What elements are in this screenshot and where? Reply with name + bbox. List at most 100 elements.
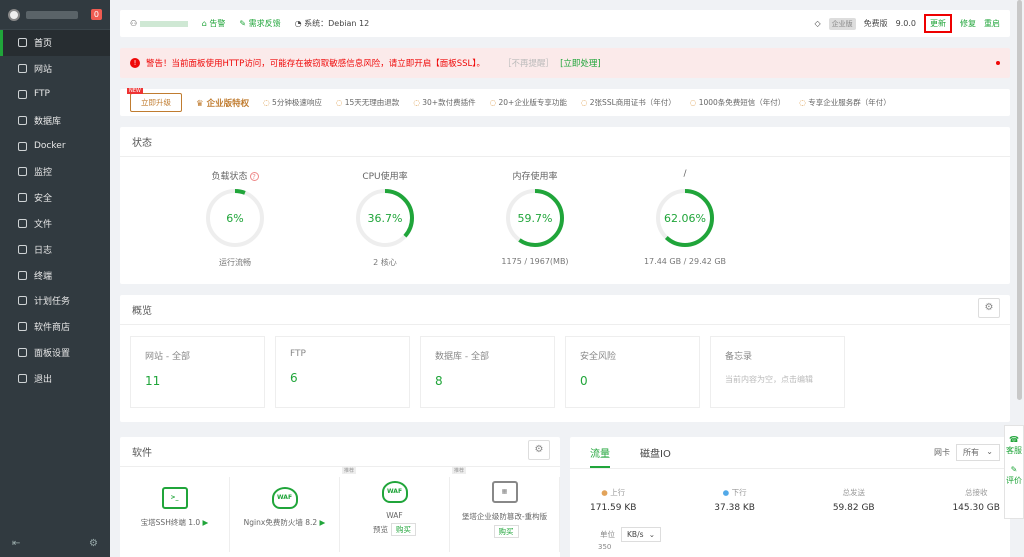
software-item[interactable]: 推荐 WAF WAF 预览 购买 — [340, 467, 450, 552]
unit-select[interactable]: KB/s ⌄ — [621, 527, 661, 542]
status-title: 状态 — [120, 127, 1010, 157]
rate-button[interactable]: ✎ 评价 — [1005, 464, 1023, 486]
ignore-warning-link[interactable]: ［不再提醒］ — [503, 57, 554, 69]
recommend-tag: 推荐 — [342, 467, 357, 474]
software-item[interactable]: >_ 宝塔SSH终端 1.0 ▶ — [120, 477, 230, 552]
sidebar-header: 0 — [0, 0, 110, 30]
sidebar-item-logs[interactable]: 日志 — [0, 236, 110, 262]
software-title: 软件 — [120, 437, 560, 467]
stat-download: ● 下行 37.38 KB — [714, 488, 755, 513]
overview-ftp[interactable]: FTP 6 — [275, 336, 410, 408]
feature-item: 20+企业版专享功能 — [490, 97, 567, 108]
buy-button[interactable]: 购买 — [391, 523, 416, 536]
restart-button[interactable]: 重启 — [984, 18, 1000, 29]
overview-databases[interactable]: 数据库 - 全部 8 — [420, 336, 555, 408]
ftp-icon — [18, 89, 27, 99]
nic-selector: 网卡 所有 ⌄ — [934, 444, 1000, 461]
sidebar-item-monitor[interactable]: 监控 — [0, 159, 110, 185]
log-icon — [18, 244, 27, 254]
headset-icon: ☎ — [1009, 435, 1019, 444]
alert-link[interactable]: ⌂ 告警 — [202, 18, 226, 29]
terminal-icon — [18, 270, 27, 280]
update-button[interactable]: 更新 — [924, 14, 952, 33]
play-icon[interactable]: ▶ — [203, 518, 209, 527]
overview-memo[interactable]: 备忘录 当前内容为空，点击编辑 — [710, 336, 845, 408]
overview-security-risk[interactable]: 安全风险 0 — [565, 336, 700, 408]
sidebar-item-security[interactable]: 安全 — [0, 185, 110, 211]
store-icon — [18, 322, 27, 332]
sidebar-item-website[interactable]: 网站 — [0, 56, 110, 82]
preview-button[interactable]: 预览 — [373, 525, 388, 534]
feature-item: 专享企业服务群（年付） — [799, 97, 891, 108]
scrollbar[interactable] — [1017, 0, 1022, 400]
overview-settings-button[interactable]: ⚙ — [978, 298, 1000, 318]
software-settings-button[interactable]: ⚙ — [528, 440, 550, 460]
sidebar-item-cron[interactable]: 计划任务 — [0, 288, 110, 314]
nic-select[interactable]: 所有 ⌄ — [956, 444, 1000, 461]
gauge-row: 负载状态? 6% 运行流畅 CPU使用率 36.7% 2 核心 内存使用率 59… — [160, 169, 760, 268]
dismiss-dot[interactable] — [996, 61, 1000, 65]
gauge-value: 59.7% — [517, 211, 553, 225]
stat-total-received: 总接收 145.30 GB — [952, 488, 1000, 513]
gauge-ring: 6% — [204, 187, 266, 249]
feature-item: 15天无理由退款 — [336, 97, 400, 108]
feature-item: 1000条免费短信（年付） — [690, 97, 786, 108]
edit-icon: ✎ — [1010, 465, 1018, 474]
sidebar-item-terminal[interactable]: 终端 — [0, 262, 110, 288]
feature-item: 30+款付费插件 — [413, 97, 475, 108]
traffic-card: 流量 磁盘IO 网卡 所有 ⌄ ● 上行 171.59 KB ● 下行 37.38 K… — [570, 437, 1010, 557]
overview-websites[interactable]: 网站 - 全部 11 — [130, 336, 265, 408]
help-icon[interactable]: ? — [249, 172, 259, 181]
sidebar-item-home[interactable]: 首页 — [0, 30, 110, 56]
diamond-icon: ◇ — [814, 19, 821, 28]
system-info: ◔ 系统：Debian 12 — [294, 19, 370, 28]
edit-icon: ✎ — [239, 19, 249, 28]
sidebar-item-database[interactable]: 数据库 — [0, 107, 110, 133]
buy-button[interactable]: 购买 — [493, 525, 519, 538]
fix-now-link[interactable]: [立即处理] — [560, 57, 601, 69]
collapse-icon[interactable]: ⇤ — [12, 538, 20, 549]
settings-icon — [18, 347, 27, 357]
server-ip-masked — [26, 10, 78, 19]
home-icon — [18, 38, 27, 48]
folder-icon — [18, 218, 27, 228]
waf-shield-icon: WAF — [271, 487, 298, 509]
feedback-link[interactable]: ✎ 需求反馈 — [239, 18, 280, 29]
tab-traffic[interactable]: 流量 — [590, 445, 610, 468]
warning-text: 警告！当前面板使用HTTP访问，可能存在被窃取敏感信息风险，请立即开启【面板SS… — [146, 59, 486, 69]
sidebar: 0 首页 网站 FTP 数据库 Docker 监控 安全 文件 日志 终端 计划… — [0, 0, 110, 557]
enterprise-privilege[interactable]: ♛ 企业版特权 — [196, 97, 249, 109]
user-icon[interactable]: ⚇ — [130, 19, 188, 28]
float-panel: ☎ 客服 ✎ 评价 — [1004, 425, 1024, 519]
notification-badge[interactable]: 0 — [90, 9, 102, 20]
gauge-ring: 36.7% — [354, 187, 416, 249]
edition-tag[interactable]: 企业版 — [828, 17, 856, 30]
traffic-stats: ● 上行 171.59 KB ● 下行 37.38 KB 总发送 59.82 GB 总… — [590, 487, 1000, 513]
software-item[interactable]: WAF Nginx免费防火墙 8.2 ▶ — [230, 477, 340, 552]
overview-card: 概览 ⚙ 网站 - 全部 11 FTP 6 数据库 - 全部 8 安全风险 0 备忘录当… — [120, 295, 1010, 422]
overview-title: 概览 — [120, 295, 1010, 325]
sidebar-item-docker[interactable]: Docker — [0, 133, 110, 159]
sidebar-item-files[interactable]: 文件 — [0, 211, 110, 237]
overview-row: 网站 - 全部 11 FTP 6 数据库 - 全部 8 安全风险 0 备忘录 当前内容为空… — [130, 336, 845, 408]
gauge-load[interactable]: 负载状态? 6% 运行流畅 — [160, 169, 310, 268]
customer-service-button[interactable]: ☎ 客服 — [1005, 434, 1023, 456]
software-item[interactable]: 推荐 ▦ 堡塔企业级防篡改-重构版 购买 — [450, 467, 560, 552]
sidebar-item-settings[interactable]: 面板设置 — [0, 340, 110, 366]
play-icon[interactable]: ▶ — [320, 518, 326, 527]
recommend-tag: 推荐 — [452, 467, 467, 474]
sidebar-item-ftp[interactable]: FTP — [0, 82, 110, 108]
upgrade-button[interactable]: 立即升级 — [127, 88, 182, 112]
logout-icon — [18, 373, 27, 383]
logo-icon — [8, 8, 20, 21]
gauge-value: 36.7% — [367, 211, 403, 225]
gauge-memory[interactable]: 内存使用率 59.7% 1175 / 1967(MB) — [460, 169, 610, 268]
tab-disk-io[interactable]: 磁盘IO — [640, 445, 671, 460]
gauge-disk[interactable]: / 62.06% 17.44 GB / 29.42 GB — [610, 169, 760, 268]
sidebar-item-logout[interactable]: 退出 — [0, 365, 110, 391]
sidebar-item-store[interactable]: 软件商店 — [0, 314, 110, 340]
repair-button[interactable]: 修复 — [960, 18, 976, 29]
theme-gear-icon[interactable]: ⚙ — [89, 538, 98, 549]
gauge-cpu[interactable]: CPU使用率 36.7% 2 核心 — [310, 169, 460, 268]
top-bar-right: ◇ 企业版 免费版 9.0.0 更新 修复 重启 — [814, 14, 1000, 33]
